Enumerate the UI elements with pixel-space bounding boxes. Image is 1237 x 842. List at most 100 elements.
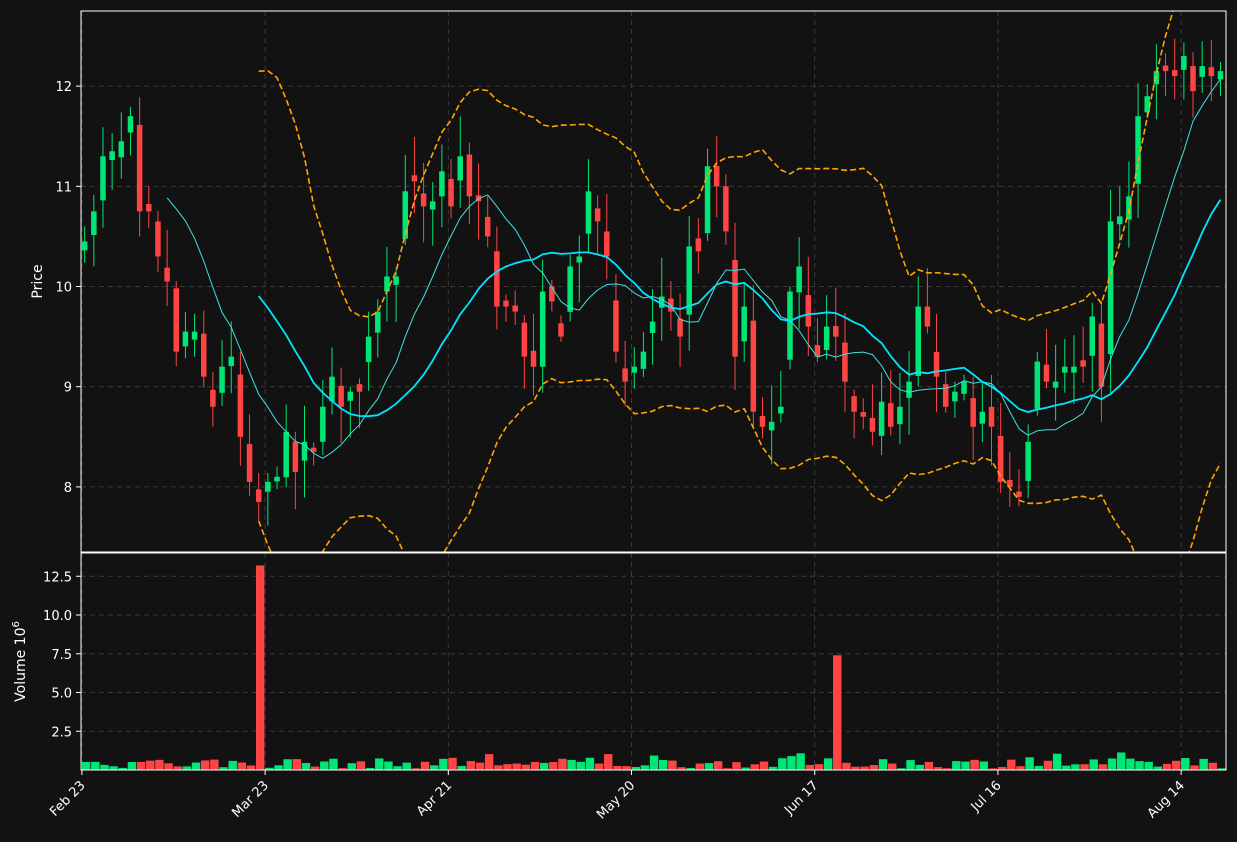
time-tick-label: Jun 17	[781, 778, 821, 818]
candle-body	[1144, 96, 1150, 113]
volume-bar	[1071, 764, 1080, 770]
volume-bar	[1126, 758, 1135, 770]
price-tick-label: 11	[55, 180, 72, 195]
volume-bar	[842, 762, 851, 770]
volume-bar	[924, 761, 934, 770]
candle-body	[842, 342, 848, 382]
volume-bar	[805, 764, 814, 770]
candle-body	[1181, 56, 1187, 70]
candle-body	[567, 266, 573, 312]
volume-bar	[778, 758, 787, 770]
candle-body	[191, 331, 198, 340]
volume-bar	[796, 753, 805, 770]
candle-body	[549, 286, 555, 302]
volume-bar	[869, 765, 879, 770]
candle-body	[613, 300, 619, 352]
time-tick-label: Jul 16	[968, 778, 1005, 815]
volume-bar	[466, 761, 476, 770]
candle-body	[146, 204, 152, 212]
candle-body	[768, 421, 775, 431]
volume-bar	[191, 762, 201, 770]
volume-bar	[613, 765, 622, 770]
volume-bar	[594, 763, 604, 770]
time-tick-label: Aug 14	[1145, 778, 1188, 821]
volume-bar	[759, 761, 769, 770]
price-tick-label: 9	[64, 381, 72, 396]
candle-body	[210, 389, 216, 407]
volume-bar	[1190, 765, 1199, 770]
candle-body	[411, 175, 418, 182]
volume-bar	[1062, 765, 1071, 770]
candle-body	[952, 391, 958, 402]
candle-body	[182, 331, 189, 347]
candle-body	[1171, 70, 1178, 77]
volume-bar	[1171, 760, 1181, 770]
candle-body	[759, 416, 766, 427]
time-tick-label: Feb 23	[47, 778, 89, 820]
volume-bar	[1144, 761, 1153, 770]
volume-bar	[1116, 752, 1126, 770]
price-tick-label: 12	[55, 80, 72, 95]
candle-body	[255, 489, 262, 502]
candle-body	[713, 165, 720, 187]
candle-body	[604, 231, 610, 257]
candle-body	[494, 251, 500, 307]
candle-body	[1107, 221, 1114, 355]
volume-bar	[604, 754, 613, 770]
volume-bar	[823, 758, 833, 770]
candle-body	[1208, 67, 1215, 77]
volume-bar	[649, 755, 659, 770]
volume-bar	[136, 761, 146, 770]
candle-body	[237, 374, 244, 437]
volume-bar	[521, 764, 531, 770]
candle-body	[924, 306, 931, 327]
volume-bar	[576, 761, 585, 770]
volume-bar	[567, 759, 576, 770]
volume-bar	[246, 765, 256, 770]
candle-body	[988, 406, 995, 427]
candle-body	[521, 322, 528, 357]
candle-body	[1016, 491, 1022, 497]
volume-multiplier-base: 10	[13, 628, 29, 646]
candle-body	[503, 300, 509, 307]
candle-body	[356, 384, 363, 392]
candle-body	[512, 305, 518, 312]
volume-bar	[1107, 758, 1117, 770]
volume-bar	[457, 765, 466, 770]
volume-bar	[668, 760, 677, 770]
candle-body	[109, 151, 115, 161]
volume-bar	[384, 761, 393, 770]
volume-bar	[1135, 761, 1144, 770]
volume-bar	[658, 760, 668, 770]
candle-body	[1190, 66, 1196, 92]
volume-bar	[530, 761, 540, 770]
candle-body	[723, 186, 729, 232]
volume-tick-label: 2.5	[51, 725, 72, 740]
volume-bar	[420, 761, 430, 770]
volume-bar	[228, 760, 237, 770]
candle-body	[1162, 65, 1169, 72]
volume-bar	[695, 763, 705, 770]
candle-body	[420, 193, 427, 207]
volume-bar	[283, 759, 292, 770]
candle-body	[173, 288, 180, 352]
volume-bar	[100, 764, 109, 770]
candle-body	[164, 267, 170, 282]
candle-body	[649, 321, 656, 333]
time-tick-label: Mar 23	[229, 778, 272, 821]
candle-body	[1080, 360, 1086, 367]
candle-body	[732, 259, 738, 357]
candle-body	[970, 398, 976, 427]
candle-body	[860, 412, 867, 417]
candle-body	[274, 476, 280, 482]
volume-bar	[713, 761, 723, 770]
candle-body	[457, 156, 463, 181]
volume-bar	[109, 766, 118, 770]
volume-bar	[210, 759, 219, 770]
volume-bar	[1007, 759, 1016, 770]
candle-body	[118, 141, 125, 158]
candle-body	[384, 276, 390, 292]
volume-bar	[878, 759, 888, 770]
volume-bar	[91, 761, 100, 770]
volume-tick-label: 7.5	[51, 648, 72, 663]
